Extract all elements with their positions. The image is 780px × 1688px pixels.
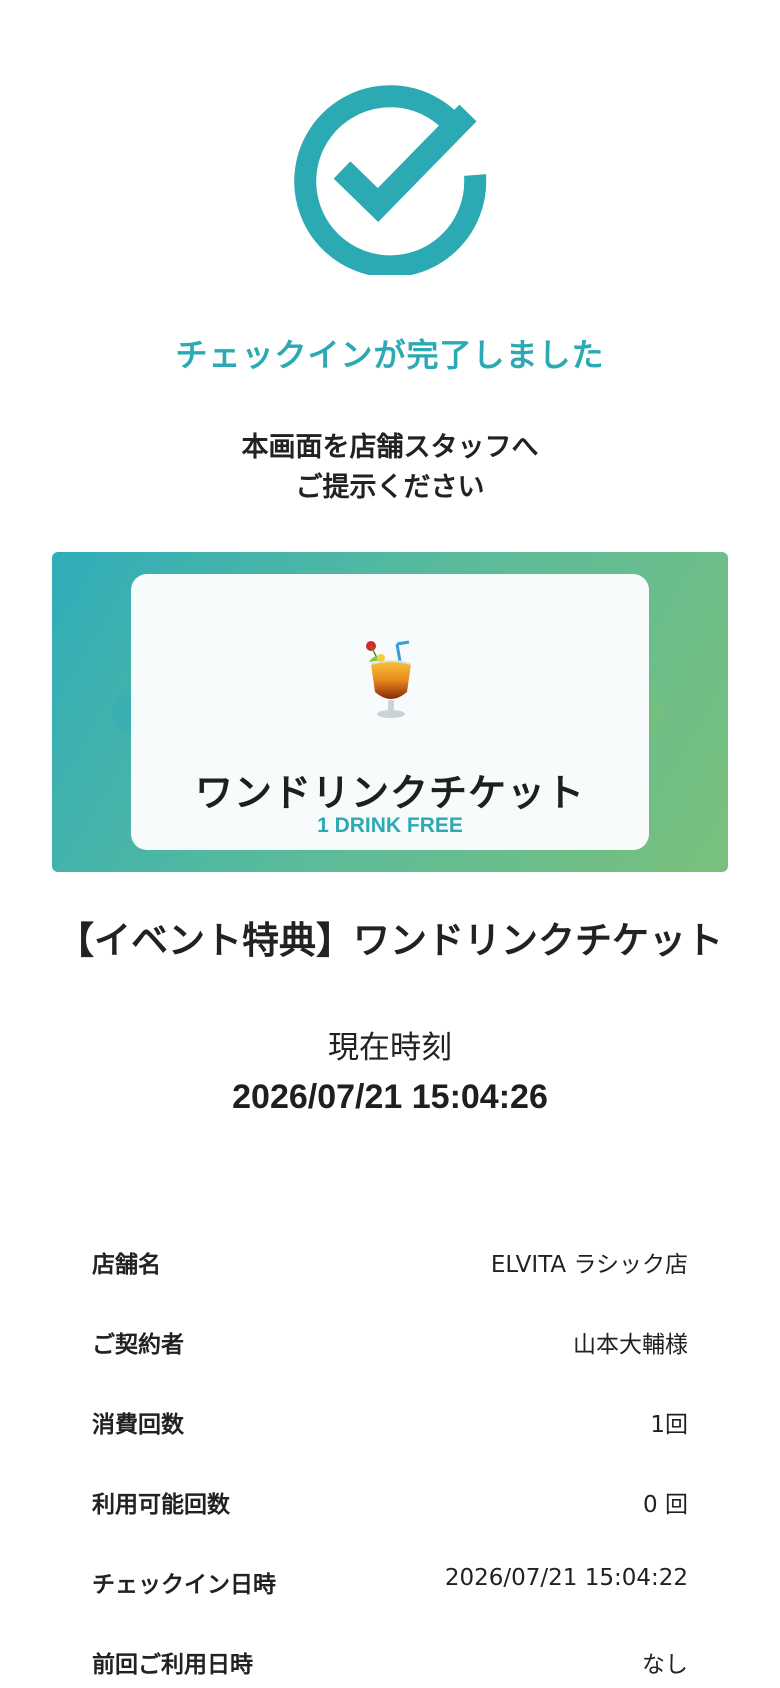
detail-row-remaining-count: 利用可能回数 0 回 bbox=[92, 1465, 688, 1545]
ticket-name: ワンドリンクチケット bbox=[194, 771, 585, 815]
detail-label: チェックイン日時 bbox=[92, 1572, 276, 1598]
status-title: チェックインが完了しました bbox=[175, 336, 605, 374]
current-time-label: 現在時刻 bbox=[328, 1030, 452, 1066]
detail-value: なし bbox=[642, 1652, 688, 1678]
detail-label: 前回ご利用日時 bbox=[92, 1652, 253, 1678]
detail-value: ELVITA ラシック店 bbox=[490, 1252, 688, 1278]
detail-row-checkin-time: チェックイン日時 2026/07/21 15:04:22 bbox=[92, 1545, 688, 1625]
check-circle-icon bbox=[290, 75, 490, 275]
detail-row-last-used: 前回ご利用日時 なし bbox=[92, 1625, 688, 1688]
current-time-value: 2026/07/21 15:04:26 bbox=[232, 1078, 548, 1116]
detail-label: 店舗名 bbox=[92, 1252, 161, 1278]
tropical-drink-icon bbox=[341, 634, 441, 724]
ticket-banner: ワンドリンクチケット 1 DRINK FREE bbox=[52, 552, 728, 872]
ticket-card: ワンドリンクチケット 1 DRINK FREE bbox=[131, 574, 649, 850]
detail-row-contractor: ご契約者 山本大輔様 bbox=[92, 1305, 688, 1385]
ticket-full-title: 【イベント特典】ワンドリンクチケット bbox=[57, 919, 723, 962]
checkin-details-list: 店舗名 ELVITA ラシック店 ご契約者 山本大輔様 消費回数 1回 利用可能… bbox=[92, 1225, 688, 1688]
detail-value: 0 回 bbox=[643, 1492, 688, 1518]
detail-value: 2026/07/21 15:04:22 bbox=[444, 1565, 688, 1591]
instruction-text: 本画面を店舗スタッフへ ご提示ください bbox=[0, 428, 780, 508]
instruction-line-1: 本画面を店舗スタッフへ bbox=[241, 432, 539, 463]
checkin-complete-page: チェックインが完了しました 本画面を店舗スタッフへ ご提示ください ワンドリンク… bbox=[0, 0, 780, 1688]
detail-value: 1回 bbox=[650, 1412, 688, 1438]
detail-value: 山本大輔様 bbox=[573, 1332, 688, 1358]
detail-row-store: 店舗名 ELVITA ラシック店 bbox=[92, 1225, 688, 1305]
detail-row-used-count: 消費回数 1回 bbox=[92, 1385, 688, 1465]
detail-label: 利用可能回数 bbox=[92, 1492, 230, 1518]
detail-label: ご契約者 bbox=[92, 1332, 184, 1358]
detail-label: 消費回数 bbox=[92, 1412, 184, 1438]
ticket-subtitle: 1 DRINK FREE bbox=[317, 814, 463, 837]
instruction-line-2: ご提示ください bbox=[295, 472, 485, 503]
